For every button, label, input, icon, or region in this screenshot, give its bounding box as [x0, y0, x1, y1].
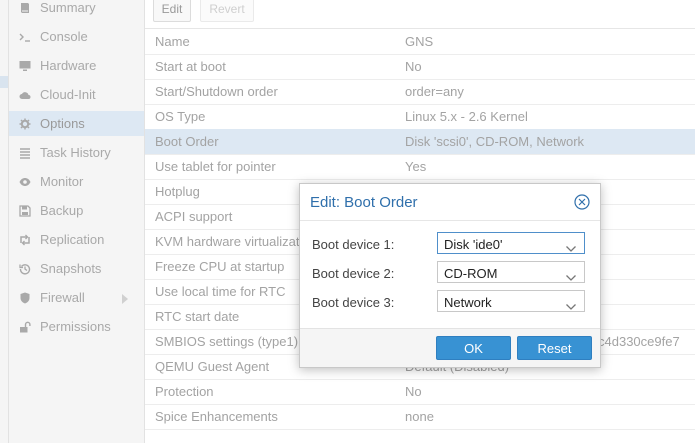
sidebar-item-cloud-init[interactable]: Cloud-Init: [9, 82, 144, 107]
left-strip: [0, 0, 9, 443]
shield-icon: [18, 291, 32, 305]
option-name: Protection: [155, 384, 214, 399]
sidebar-item-hardware[interactable]: Hardware: [9, 53, 144, 78]
boot-device-2-select[interactable]: CD-ROM: [437, 261, 585, 283]
table-row[interactable]: Protection No: [145, 379, 695, 405]
sidebar-item-options[interactable]: Options: [9, 111, 144, 136]
option-name: Start at boot: [155, 59, 226, 74]
option-name: Hotplug: [155, 184, 200, 199]
book-icon: [18, 1, 32, 15]
option-name: QEMU Guest Agent: [155, 359, 270, 374]
sidebar-item-label: Replication: [40, 232, 105, 247]
boot-device-1-label: Boot device 1:: [312, 237, 395, 252]
boot-device-1-row: Boot device 1: Disk 'ide0': [300, 232, 600, 256]
chevron-right-icon[interactable]: [122, 292, 128, 304]
desktop-icon: [18, 59, 32, 73]
sidebar-item-firewall[interactable]: Firewall: [9, 285, 144, 310]
option-name: ACPI support: [155, 209, 233, 224]
select-value: Network: [444, 295, 492, 310]
select-value: CD-ROM: [444, 266, 498, 281]
option-name: SMBIOS settings (type1): [155, 334, 299, 349]
sidebar-item-label: Cloud-Init: [40, 87, 96, 102]
table-row-selected[interactable]: Boot Order Disk 'scsi0', CD-ROM, Network: [145, 129, 695, 155]
table-row[interactable]: Use tablet for pointer Yes: [145, 154, 695, 180]
option-name: RTC start date: [155, 309, 240, 324]
option-value: c4d330ce9fe7: [598, 334, 680, 349]
history-icon: [18, 262, 32, 276]
option-value: Disk 'scsi0', CD-ROM, Network: [405, 134, 585, 149]
gear-icon: [18, 117, 32, 131]
table-row[interactable]: Start at boot No: [145, 54, 695, 80]
option-value: Yes: [405, 159, 427, 174]
dialog-title: Edit: Boot Order: [310, 194, 418, 211]
cloud-icon: [18, 88, 32, 102]
sidebar-item-console[interactable]: Console: [9, 24, 144, 49]
option-value: order=any: [405, 84, 464, 99]
reset-button[interactable]: Reset: [517, 336, 592, 360]
sidebar-item-label: Backup: [40, 203, 84, 218]
boot-device-2-row: Boot device 2: CD-ROM: [300, 261, 600, 285]
dialog-footer: OK Reset: [300, 328, 600, 367]
retweet-icon: [18, 233, 32, 247]
list-icon: [18, 146, 32, 160]
sidebar-item-label: Firewall: [40, 290, 85, 305]
sidebar-item-label: Summary: [40, 0, 96, 15]
sidebar-item-replication[interactable]: Replication: [9, 227, 144, 252]
sidebar-item-label: Permissions: [40, 319, 111, 334]
sidebar-item-label: Monitor: [40, 174, 84, 189]
sidebar-item-label: Hardware: [40, 58, 97, 73]
sidebar-item-label: Snapshots: [40, 261, 102, 276]
option-name: OS Type: [155, 109, 206, 124]
boot-device-3-row: Boot device 3: Network: [300, 290, 600, 314]
option-name: Start/Shutdown order: [155, 84, 278, 99]
option-name: Use local time for RTC: [155, 284, 286, 299]
close-icon[interactable]: [574, 194, 590, 210]
floppy-icon: [18, 204, 32, 218]
table-row[interactable]: Name GNS: [145, 29, 695, 55]
boot-device-1-select[interactable]: Disk 'ide0': [437, 232, 585, 254]
boot-device-3-label: Boot device 3:: [312, 295, 395, 310]
option-value: GNS: [405, 34, 434, 49]
option-name: Freeze CPU at startup: [155, 259, 285, 274]
chevron-down-icon: [566, 269, 576, 281]
sidebar-item-permissions[interactable]: Permissions: [9, 314, 144, 339]
option-name: Boot Order: [155, 134, 219, 149]
select-value: Disk 'ide0': [444, 237, 503, 252]
table-row[interactable]: Spice Enhancements none: [145, 404, 695, 430]
eye-icon: [18, 175, 32, 189]
edit-boot-order-dialog: Edit: Boot Order Boot device 1: Disk 'id…: [299, 183, 601, 368]
option-name: Spice Enhancements: [155, 409, 278, 424]
table-row[interactable]: Start/Shutdown order order=any: [145, 79, 695, 105]
toolbar: Edit Revert: [145, 0, 695, 29]
sidebar-item-backup[interactable]: Backup: [9, 198, 144, 223]
sidebar-item-task-history[interactable]: Task History: [9, 140, 144, 165]
dialog-header: Edit: Boot Order: [300, 184, 600, 221]
option-name: Name: [155, 34, 190, 49]
sidebar-item-snapshots[interactable]: Snapshots: [9, 256, 144, 281]
chevron-down-icon: [566, 298, 576, 310]
table-row[interactable]: OS Type Linux 5.x - 2.6 Kernel: [145, 104, 695, 130]
sidebar-item-monitor[interactable]: Monitor: [9, 169, 144, 194]
option-value: No: [405, 59, 422, 74]
left-strip-marker: [0, 76, 8, 88]
option-value: No: [405, 384, 422, 399]
sidebar-item-label: Task History: [40, 145, 111, 160]
edit-button[interactable]: Edit: [153, 0, 191, 22]
sidebar: Summary Console Hardware Cloud-Init Opti…: [9, 0, 145, 443]
option-name: Use tablet for pointer: [155, 159, 276, 174]
sidebar-item-label: Console: [40, 29, 88, 44]
chevron-down-icon: [566, 240, 576, 252]
ok-button[interactable]: OK: [436, 336, 511, 360]
boot-device-2-label: Boot device 2:: [312, 266, 395, 281]
revert-button[interactable]: Revert: [200, 0, 254, 22]
option-name: KVM hardware virtualizat: [155, 234, 299, 249]
sidebar-item-label: Options: [40, 116, 85, 131]
option-value: none: [405, 409, 434, 424]
sidebar-item-summary[interactable]: Summary: [9, 0, 144, 20]
unlock-icon: [18, 320, 32, 334]
option-value: Linux 5.x - 2.6 Kernel: [405, 109, 528, 124]
boot-device-3-select[interactable]: Network: [437, 290, 585, 312]
terminal-icon: [18, 30, 32, 44]
